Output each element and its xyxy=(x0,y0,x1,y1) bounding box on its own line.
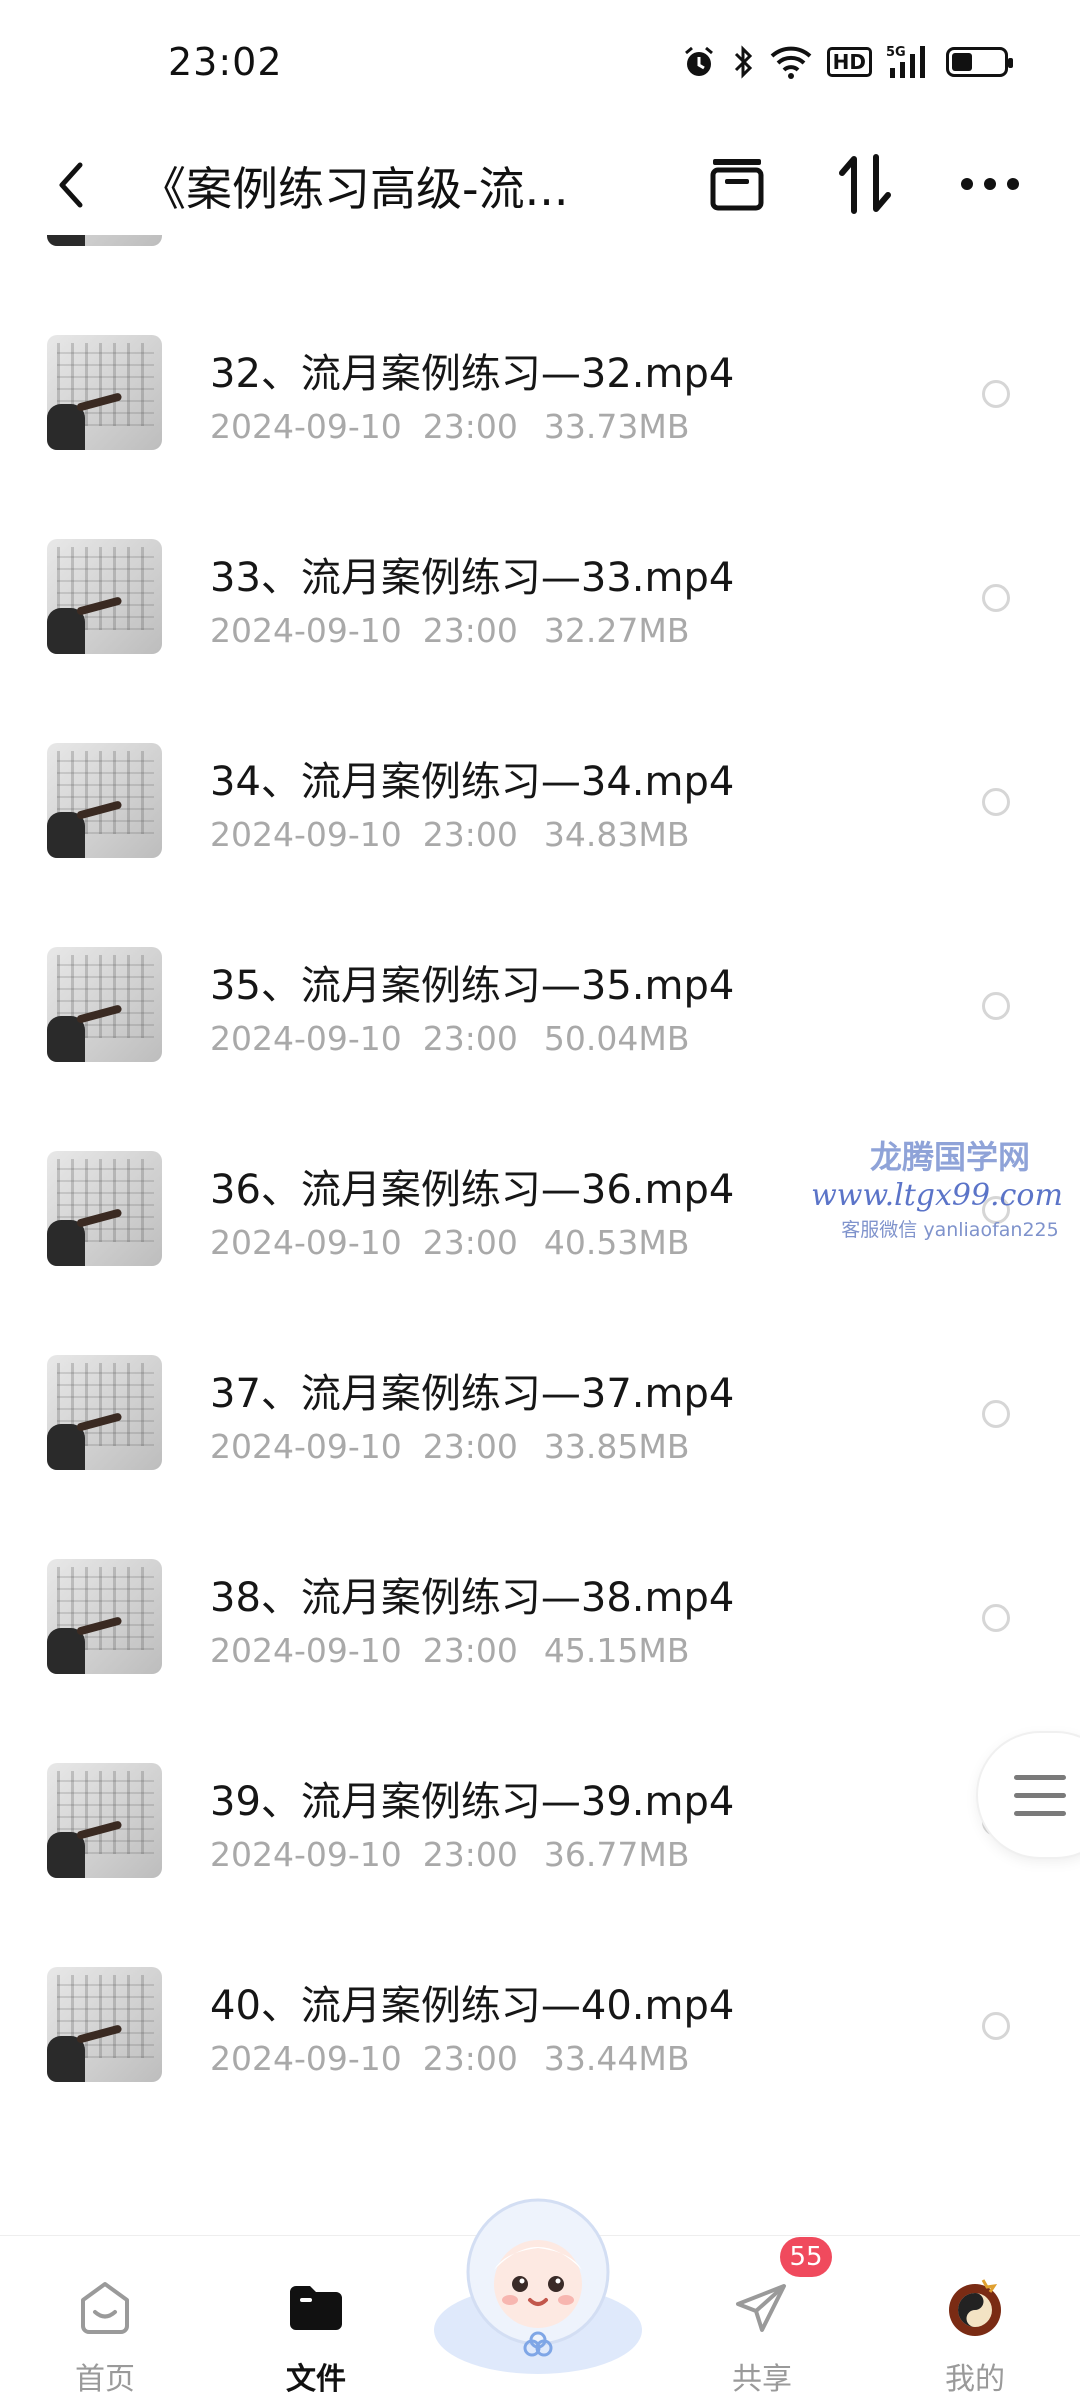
share-badge: 55 xyxy=(780,2237,832,2277)
file-meta: 2024-09-10 23:00 34.83MB xyxy=(210,815,689,854)
file-meta: 2024-09-10 23:00 36.77MB xyxy=(210,1835,689,1874)
file-name: 32、流月案例练习—32.mp4 xyxy=(210,351,735,397)
file-date: 2024-09-10 23:00 xyxy=(210,815,518,854)
top-bar: 《案例练习高级-流... xyxy=(0,135,1080,235)
file-meta: 2024-09-10 23:00 45.15MB xyxy=(210,1631,689,1670)
select-radio[interactable] xyxy=(982,788,1010,816)
file-name: 37、流月案例练习—37.mp4 xyxy=(210,1371,735,1417)
file-name: 39、流月案例练习—39.mp4 xyxy=(210,1779,735,1825)
file-name: 33、流月案例练习—33.mp4 xyxy=(210,555,735,601)
file-size: 36.77MB xyxy=(543,1835,690,1874)
video-thumbnail xyxy=(47,1967,162,2082)
file-date: 2024-09-10 23:00 xyxy=(210,407,518,446)
nav-share-label: 共享 xyxy=(732,2362,792,2397)
back-icon[interactable] xyxy=(48,157,98,213)
select-radio[interactable] xyxy=(982,992,1010,1020)
file-date: 2024-09-10 23:00 xyxy=(210,1631,518,1670)
video-thumbnail xyxy=(47,539,162,654)
select-radio[interactable] xyxy=(982,584,1010,612)
file-date: 2024-09-10 23:00 xyxy=(210,1223,518,1262)
file-row[interactable]: 34、流月案例练习—34.mp4 2024-09-10 23:00 34.83MB xyxy=(0,707,1080,911)
video-thumbnail xyxy=(47,743,162,858)
more-icon xyxy=(961,178,1019,190)
select-radio[interactable] xyxy=(982,380,1010,408)
file-name: 36、流月案例练习—36.mp4 xyxy=(210,1167,735,1213)
more-button[interactable] xyxy=(955,149,1025,219)
battery-icon xyxy=(946,47,1013,77)
alarm-icon xyxy=(684,46,713,76)
select-radio[interactable] xyxy=(982,1604,1010,1632)
watermark-site-name: 龙腾国学网 xyxy=(869,1138,1030,1176)
nav-mine-label: 我的 xyxy=(945,2362,1005,2397)
file-size: 45.15MB xyxy=(543,1631,690,1670)
file-row[interactable]: 35、流月案例练习—35.mp4 2024-09-10 23:00 50.04MB xyxy=(0,911,1080,1115)
file-row[interactable]: 40、流月案例练习—40.mp4 2024-09-10 23:00 33.44MB xyxy=(0,1931,1080,2135)
file-row[interactable]: 32、流月案例练习—32.mp4 2024-09-10 23:00 33.73MB xyxy=(0,299,1080,503)
file-date: 2024-09-10 23:00 xyxy=(210,2039,518,2078)
folder-icon xyxy=(290,2286,342,2330)
status-bar: 23:02 HD 5G xyxy=(0,0,1080,135)
file-size: 50.04MB xyxy=(543,1019,690,1058)
watermark: 龙腾国学网 www.ltgx99.com 客服微信 yanliaofan225 xyxy=(811,1132,1070,1242)
file-date: 2024-09-10 23:00 xyxy=(210,1835,518,1874)
file-size: 32.27MB xyxy=(543,611,690,650)
menu-icon-line xyxy=(1014,1775,1066,1780)
video-thumbnail xyxy=(47,335,162,450)
video-thumbnail xyxy=(47,1763,162,1878)
file-row[interactable]: 39、流月案例练习—39.mp4 2024-09-10 23:00 36.77MB xyxy=(0,1727,1080,1931)
watermark-contact: 客服微信 yanliaofan225 xyxy=(841,1219,1059,1241)
file-date: 2024-09-10 23:00 xyxy=(210,611,518,650)
file-name: 34、流月案例练习—34.mp4 xyxy=(210,759,735,805)
archive-icon xyxy=(710,159,764,211)
watermark-url: www.ltgx99.com xyxy=(811,1178,1063,1213)
paper-plane-icon xyxy=(736,2284,786,2332)
video-thumbnail xyxy=(47,1559,162,1674)
page-title: 《案例练习高级-流... xyxy=(140,162,569,216)
nav-files-label: 文件 xyxy=(286,2362,346,2397)
file-date: 2024-09-10 23:00 xyxy=(210,1427,518,1466)
hd-icon: HD xyxy=(826,47,872,77)
bluetooth-icon xyxy=(734,45,752,79)
nav-home-label: 首页 xyxy=(75,2362,135,2397)
file-list: 31、流月案例练习—31.mp4 2024-09-10 23:00 41.54MB 3… xyxy=(0,235,1080,2235)
file-name: 38、流月案例练习—38.mp4 xyxy=(210,1575,735,1621)
file-meta: 2024-09-10 23:00 32.27MB xyxy=(210,611,689,650)
file-meta: 2024-09-10 23:00 33.73MB xyxy=(210,407,689,446)
file-name: 40、流月案例练习—40.mp4 xyxy=(210,1983,735,2029)
file-meta: 2024-09-10 23:00 40.53MB xyxy=(210,1223,689,1262)
file-size: 33.44MB xyxy=(543,2039,690,2078)
status-icons: HD 5G xyxy=(681,44,1013,80)
status-time: 23:02 xyxy=(168,40,283,84)
select-radio[interactable] xyxy=(982,2012,1010,2040)
file-date: 2024-09-10 23:00 xyxy=(210,1019,518,1058)
avatar-icon xyxy=(949,2279,1001,2336)
svg-text:5G: 5G xyxy=(886,45,906,60)
file-row[interactable]: 38、流月案例练习—38.mp4 2024-09-10 23:00 45.15MB xyxy=(0,1523,1080,1727)
file-size: 33.73MB xyxy=(543,407,690,446)
home-icon xyxy=(81,2282,129,2334)
file-meta: 2024-09-10 23:00 33.85MB xyxy=(210,1427,689,1466)
select-radio[interactable] xyxy=(982,1400,1010,1428)
video-thumbnail xyxy=(47,947,162,1062)
select-mode-button[interactable] xyxy=(702,149,772,219)
file-row[interactable]: 37、流月案例练习—37.mp4 2024-09-10 23:00 33.85MB xyxy=(0,1319,1080,1523)
video-thumbnail xyxy=(47,1355,162,1470)
sort-button[interactable] xyxy=(830,149,900,219)
menu-icon-line xyxy=(1014,1811,1066,1816)
mascot-ai-button[interactable] xyxy=(430,2180,646,2380)
wifi-icon xyxy=(770,46,812,79)
menu-icon-line xyxy=(1014,1793,1066,1798)
file-size: 34.83MB xyxy=(543,815,690,854)
file-name: 35、流月案例练习—35.mp4 xyxy=(210,963,735,1009)
file-row[interactable]: 33、流月案例练习—33.mp4 2024-09-10 23:00 32.27MB xyxy=(0,503,1080,707)
file-meta: 2024-09-10 23:00 33.44MB xyxy=(210,2039,689,2078)
video-thumbnail xyxy=(47,1151,162,1266)
file-size: 33.85MB xyxy=(543,1427,690,1466)
file-size: 40.53MB xyxy=(543,1223,690,1262)
file-meta: 2024-09-10 23:00 50.04MB xyxy=(210,1019,689,1058)
signal-icon: 5G xyxy=(886,45,925,78)
sort-icon xyxy=(839,154,891,214)
